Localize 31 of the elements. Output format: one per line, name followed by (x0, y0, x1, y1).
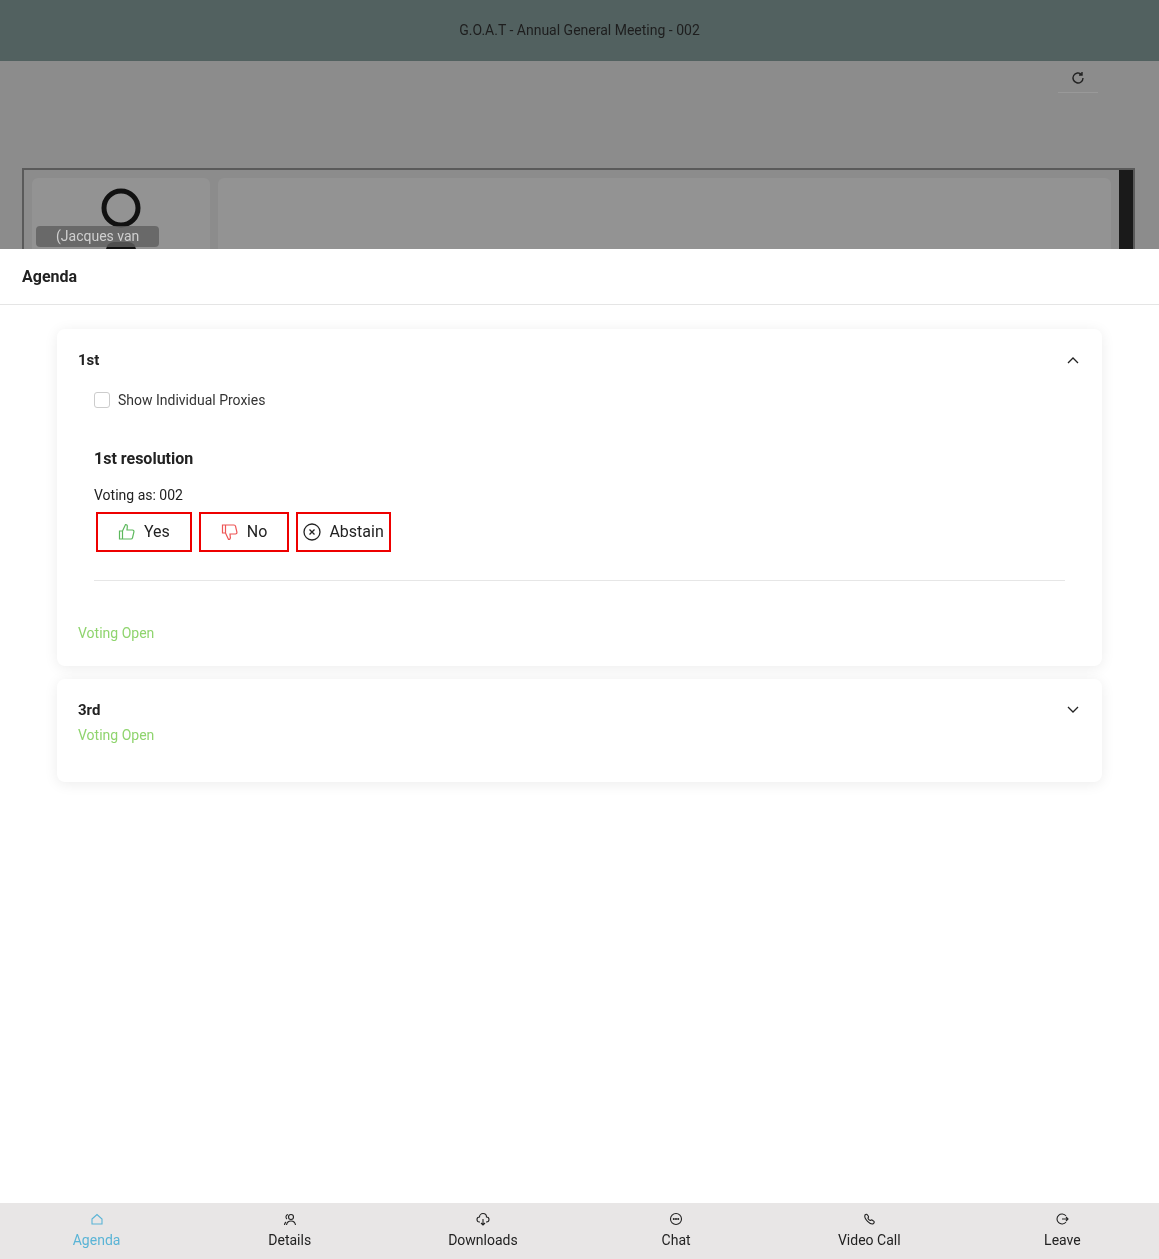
nav-tab[interactable]: Video Call (772, 1203, 966, 1259)
resolution-title: 1st resolution (94, 447, 195, 470)
people-icon (282, 1211, 297, 1226)
cloud-download-icon (475, 1211, 490, 1226)
cancel-circle-icon (303, 522, 322, 541)
chevron-down-icon (1067, 705, 1079, 715)
vote-option-button[interactable]: Abstain (296, 511, 391, 552)
agenda-item-title: 3rd (78, 699, 101, 721)
nav-tab[interactable]: Details (193, 1203, 387, 1259)
thumbs-up-icon (118, 522, 136, 541)
refresh-icon (1071, 70, 1085, 85)
meeting-title: G.O.A.T - Annual General Meeting - 002 (459, 21, 700, 40)
checkbox[interactable] (94, 392, 110, 408)
voting-as-text: Voting as: 002 (94, 485, 184, 505)
agenda-item-title: 1st (78, 350, 100, 371)
chevron-up-icon (1067, 355, 1079, 365)
vote-option-button[interactable]: Yes (96, 511, 192, 552)
vote-option-button[interactable]: No (198, 511, 290, 552)
status-text: Voting Open (78, 623, 156, 643)
nav-tab[interactable]: Leave (965, 1203, 1159, 1259)
nav-tab[interactable]: Downloads (386, 1203, 580, 1259)
participant-name: (Jacques van (36, 226, 160, 247)
sheet-title: Agenda (22, 265, 78, 288)
nav-tab[interactable]: Chat (579, 1203, 773, 1259)
leave-icon (1055, 1211, 1070, 1226)
status-text: Voting Open (78, 726, 156, 745)
thumbs-down-icon (220, 522, 239, 541)
checkbox-label: Show Individual Proxies (118, 390, 266, 410)
phone-icon (862, 1211, 877, 1226)
home-icon (89, 1211, 104, 1226)
chat-icon (669, 1211, 684, 1226)
